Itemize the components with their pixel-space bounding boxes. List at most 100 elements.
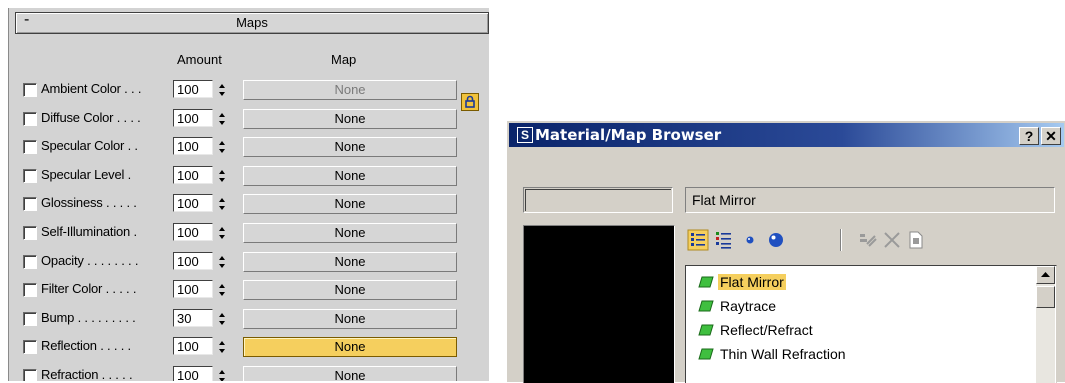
map-enable-checkbox[interactable] (23, 311, 37, 326)
map-row-label: Filter Color . . . . . (41, 281, 137, 297)
map-row: Glossiness . . . . . 100 None (9, 194, 489, 218)
map-row: Diffuse Color . . . . 100 None (9, 108, 489, 133)
map-slot-button[interactable]: None (243, 80, 457, 100)
map-enable-checkbox[interactable] (23, 340, 37, 355)
map-row-label: Reflection . . . . . (41, 338, 131, 354)
list-item-label: Raytrace (720, 298, 777, 314)
amount-spinner-field[interactable]: 100 (173, 137, 213, 156)
map-enable-checkbox[interactable] (23, 197, 37, 212)
maps-rollout-title: Maps (236, 15, 268, 30)
close-button[interactable]: ✕ (1041, 127, 1061, 145)
map-enable-checkbox[interactable] (23, 168, 37, 183)
toolbar-divider (840, 229, 842, 251)
app-logo-icon: S (517, 127, 533, 143)
map-row-label: Bump . . . . . . . . . (41, 309, 136, 325)
map-row: Filter Color . . . . . 100 None (9, 280, 489, 304)
list-item[interactable]: Flat Mirror (698, 272, 786, 292)
amount-spinner-field[interactable]: 30 (173, 308, 213, 327)
scroll-thumb[interactable] (1036, 286, 1055, 308)
amount-spinner-arrows-icon[interactable] (217, 281, 227, 299)
amount-spinner-field[interactable]: 100 (173, 223, 213, 241)
map-row-label: Self-Illumination . (41, 224, 137, 239)
map-enable-checkbox[interactable] (23, 140, 37, 155)
map-row-label: Specular Level . (41, 166, 132, 182)
map-row: Bump . . . . . . . . . 30 None (9, 308, 489, 333)
map-row-label: Glossiness . . . . . (41, 195, 137, 211)
map-row: Specular Color . . 100 None (9, 137, 489, 161)
map-slot-button[interactable]: None (243, 223, 457, 243)
view-list-icon[interactable] (687, 229, 709, 251)
map-row: Opacity . . . . . . . . 100 None (9, 251, 489, 276)
amount-column-header: Amount (177, 52, 222, 67)
list-item-label: Reflect/Refract (720, 322, 813, 338)
map-row: Self-Illumination . 100 None (9, 223, 489, 247)
map-enable-checkbox[interactable] (23, 111, 37, 126)
map-row-label: Specular Color . . (41, 138, 138, 154)
map-slot-button[interactable]: None (243, 337, 457, 358)
large-icons-icon[interactable] (765, 229, 787, 251)
material-name-input[interactable] (523, 187, 673, 213)
amount-spinner-field[interactable]: 100 (173, 108, 213, 127)
maps-rollout-header[interactable]: - Maps (15, 11, 489, 34)
amount-spinner-arrows-icon[interactable] (217, 310, 227, 328)
map-row: Specular Level . 100 None (9, 165, 489, 190)
list-item-label: Thin Wall Refraction (720, 346, 846, 362)
map-slot-button[interactable]: None (243, 280, 457, 301)
amount-spinner-field[interactable]: 100 (173, 165, 213, 184)
amount-spinner-arrows-icon[interactable] (217, 81, 227, 99)
map-slot-button[interactable]: None (243, 251, 457, 272)
maps-rollout: - Maps Amount Map Ambient Color . . . 100… (8, 8, 489, 381)
map-slot-button[interactable]: None (243, 194, 457, 215)
map-enable-checkbox[interactable] (23, 254, 37, 269)
amount-spinner-field[interactable]: 100 (173, 80, 213, 98)
map-enable-checkbox[interactable] (23, 83, 37, 97)
update-scene-icon[interactable] (857, 229, 879, 251)
amount-spinner-arrows-icon[interactable] (217, 253, 227, 271)
list-item[interactable]: Reflect/Refract (698, 320, 815, 340)
material-map-browser-window: S Material/Map Browser ? ✕ Flat Mirror F… (506, 120, 1065, 383)
map-enable-checkbox[interactable] (23, 226, 37, 240)
map-type-icon (698, 273, 714, 293)
list-item[interactable]: Raytrace (698, 296, 778, 316)
amount-spinner-field[interactable]: 100 (173, 251, 213, 270)
amount-spinner-arrows-icon[interactable] (217, 167, 227, 185)
map-slot-button[interactable]: None (243, 108, 457, 129)
list-scrollbar[interactable] (1036, 266, 1055, 383)
clear-icon[interactable] (905, 229, 927, 251)
map-row: Ambient Color . . . 100 None (9, 80, 489, 104)
map-type-icon (698, 297, 714, 317)
scroll-up-button[interactable] (1036, 266, 1055, 284)
map-slot-button[interactable]: None (243, 165, 457, 186)
amount-spinner-field[interactable]: 100 (173, 366, 213, 381)
browser-title: Material/Map Browser (535, 126, 722, 144)
amount-spinner-arrows-icon[interactable] (217, 110, 227, 128)
map-slot-button[interactable]: None (243, 366, 457, 381)
amount-spinner-arrows-icon[interactable] (217, 224, 227, 242)
help-button[interactable]: ? (1019, 127, 1039, 145)
small-icons-icon[interactable] (739, 229, 761, 251)
map-row: Reflection . . . . . 100 None (9, 337, 489, 361)
map-enable-checkbox[interactable] (23, 369, 37, 381)
view-list-icons-icon[interactable] (713, 229, 735, 251)
map-type-icon (698, 345, 714, 365)
amount-spinner-field[interactable]: 100 (173, 194, 213, 213)
material-map-list[interactable]: Flat Mirror Raytrace Reflect/Refract Thin W… (685, 265, 1057, 383)
amount-spinner-arrows-icon[interactable] (217, 367, 227, 381)
amount-spinner-arrows-icon[interactable] (217, 338, 227, 356)
amount-spinner-arrows-icon[interactable] (217, 138, 227, 156)
list-item[interactable]: Thin Wall Refraction (698, 344, 848, 364)
map-type-icon (698, 321, 714, 341)
map-enable-checkbox[interactable] (23, 283, 37, 298)
browser-title-bar[interactable]: S Material/Map Browser ? ✕ (509, 123, 1064, 147)
material-preview (523, 225, 675, 383)
amount-spinner-arrows-icon[interactable] (217, 195, 227, 213)
map-row-label: Ambient Color . . . (41, 81, 142, 96)
lock-icon[interactable] (461, 93, 479, 111)
amount-spinner-field[interactable]: 100 (173, 280, 213, 299)
map-slot-button[interactable]: None (243, 308, 457, 329)
amount-spinner-field[interactable]: 100 (173, 337, 213, 356)
delete-icon[interactable] (881, 229, 903, 251)
map-row: Refraction . . . . . 100 None (9, 366, 489, 381)
map-row-label: Diffuse Color . . . . (41, 109, 141, 125)
map-slot-button[interactable]: None (243, 137, 457, 158)
